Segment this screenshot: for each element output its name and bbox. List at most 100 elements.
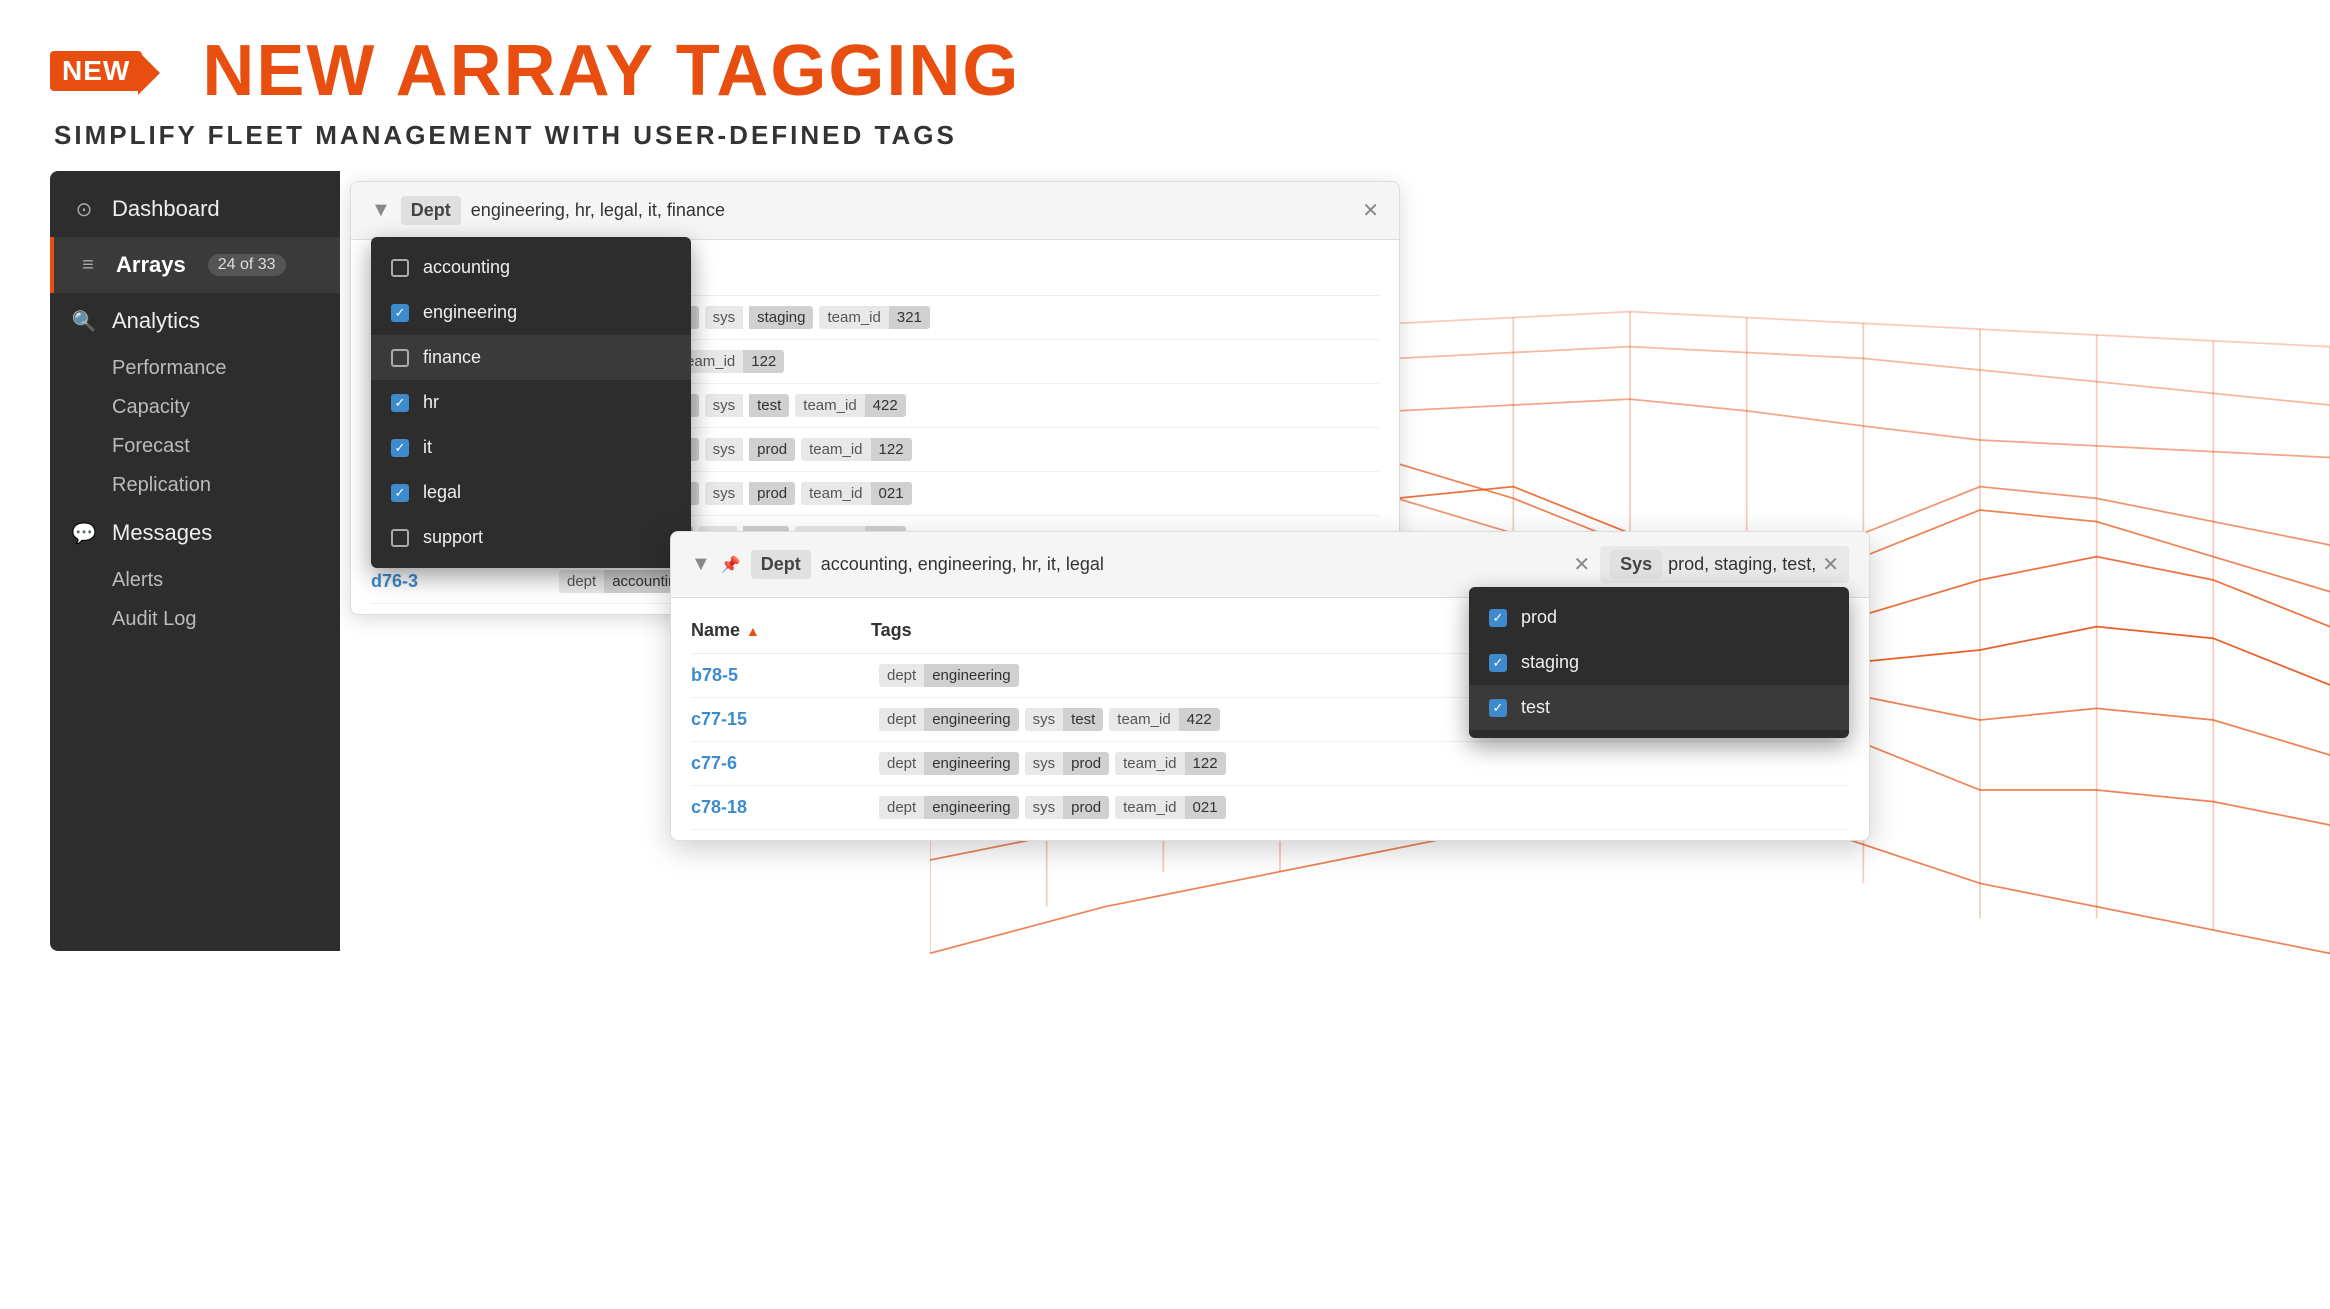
dropdown-label-accounting: accounting: [423, 257, 510, 278]
dashboard-icon: ⊙: [70, 195, 98, 223]
tag-teamid-c77-15: team_id422: [795, 394, 905, 417]
sys-filter-value: prod, staging, test,: [1668, 554, 1816, 575]
row-name-c78-18-p2[interactable]: c78-18: [691, 797, 871, 818]
dropdown-label-legal: legal: [423, 482, 461, 503]
dropdown-label-engineering: engineering: [423, 302, 517, 323]
tags-row-b78-5-p2: deptengineering: [879, 664, 1019, 687]
sidebar-sub-replication[interactable]: Replication: [112, 466, 340, 505]
dropdown-item-support[interactable]: support: [371, 515, 691, 560]
dept-filter-value-2: accounting, engineering, hr, it, legal: [821, 554, 1564, 575]
dept-filter-close-2[interactable]: ✕: [1573, 552, 1590, 577]
analytics-icon: 🔍: [70, 307, 98, 335]
dropdown-label-test: test: [1521, 697, 1550, 718]
dropdown-label-support: support: [423, 527, 483, 548]
row-name-b78-5-p2[interactable]: b78-5: [691, 665, 871, 686]
sys-filter-close[interactable]: ✕: [1822, 552, 1839, 577]
tag-sys-c78-18-p2: sysprod: [1025, 796, 1110, 819]
dropdown-item-hr[interactable]: ✓ hr: [371, 380, 691, 425]
sys-filter-container: Sys prod, staging, test, ✕: [1600, 546, 1849, 583]
page-subtitle: SIMPLIFY FLEET MANAGEMENT WITH USER-DEFI…: [54, 120, 2280, 151]
checkbox-accounting[interactable]: [391, 259, 409, 277]
tag-test-c77-15: test: [749, 394, 789, 417]
sidebar-item-analytics[interactable]: 🔍 Analytics: [50, 293, 340, 349]
panels-area: ▼ Dept engineering, hr, legal, it, finan…: [340, 171, 2330, 1309]
checkbox-test[interactable]: ✓: [1489, 699, 1507, 717]
pin-icon-2: 📌: [721, 555, 741, 575]
dept-filter-key-1: Dept: [401, 196, 461, 225]
dropdown-label-prod: prod: [1521, 607, 1557, 628]
tag-sys-c77-6: sys: [705, 438, 744, 461]
sidebar: ⊙ Dashboard ≡ Arrays 24 of 33 🔍 Analytic…: [50, 171, 340, 951]
tags-row-c77-6-p2: deptengineering sysprod team_id122: [879, 752, 1226, 775]
sidebar-item-dashboard[interactable]: ⊙ Dashboard: [50, 181, 340, 237]
page-title: NEW ARRAY TAGGING: [202, 30, 1020, 112]
tag-teamid-c78-18-p1: team_id021: [801, 482, 911, 505]
sidebar-item-messages[interactable]: 💬 Messages: [50, 505, 340, 561]
row-name-c77-6-p2[interactable]: c77-6: [691, 753, 871, 774]
filter-icon-2: ▼: [691, 553, 711, 576]
checkbox-it[interactable]: ✓: [391, 439, 409, 457]
checkbox-support[interactable]: [391, 529, 409, 547]
analytics-submenu: Performance Capacity Forecast Replicatio…: [50, 349, 340, 505]
sidebar-sub-audit-log[interactable]: Audit Log: [112, 600, 340, 639]
tag-sys-c78-18-p1: sys: [705, 482, 744, 505]
sidebar-item-arrays[interactable]: ≡ Arrays 24 of 33: [50, 237, 340, 293]
tags-row-c77-15-p2: deptengineering systest team_id422: [879, 708, 1220, 731]
tag-sys-c77-15-p2: systest: [1025, 708, 1104, 731]
tag-dept-c78-18-p2: deptengineering: [879, 796, 1019, 819]
checkbox-legal[interactable]: ✓: [391, 484, 409, 502]
sidebar-label-dashboard: Dashboard: [112, 196, 220, 222]
arrays-icon: ≡: [74, 251, 102, 279]
table-row: c77-6 deptengineering sysprod team_id122: [691, 742, 1849, 786]
tag-staging-b78-5: staging: [749, 306, 813, 329]
dropdown-item-finance[interactable]: finance: [371, 335, 691, 380]
panel1-filter-bar: ▼ Dept engineering, hr, legal, it, finan…: [351, 182, 1399, 240]
header-section: NEW NEW ARRAY TAGGING SIMPLIFY FLEET MAN…: [0, 0, 2330, 171]
dropdown-item-accounting[interactable]: accounting: [371, 245, 691, 290]
checkbox-prod[interactable]: ✓: [1489, 609, 1507, 627]
dropdown-item-test[interactable]: ✓ test: [1469, 685, 1849, 730]
col-tags-label-2: Tags: [871, 620, 912, 641]
checkbox-engineering[interactable]: ✓: [391, 304, 409, 322]
col-name-label-2: Name: [691, 620, 740, 641]
messages-icon: 💬: [70, 519, 98, 547]
checkbox-hr[interactable]: ✓: [391, 394, 409, 412]
tag-dept-c77-15-p2: deptengineering: [879, 708, 1019, 731]
tags-row-c78-18-p2: deptengineering sysprod team_id021: [879, 796, 1226, 819]
dropdown-item-legal[interactable]: ✓ legal: [371, 470, 691, 515]
tag-sys-c77-15: sys: [705, 394, 744, 417]
sidebar-sub-performance[interactable]: Performance: [112, 349, 340, 388]
sidebar-label-messages: Messages: [112, 520, 212, 546]
dropdown-item-engineering[interactable]: ✓ engineering: [371, 290, 691, 335]
dept-filter-key-2: Dept: [751, 550, 811, 579]
sidebar-sub-capacity[interactable]: Capacity: [112, 388, 340, 427]
sidebar-sub-alerts[interactable]: Alerts: [112, 561, 340, 600]
tag-teamid-c77-6-p2: team_id122: [1115, 752, 1225, 775]
panel1-dropdown: accounting ✓ engineering finance ✓ hr ✓ …: [371, 237, 691, 568]
dept-filter-value-1: engineering, hr, legal, it, finance: [471, 200, 1352, 221]
row-name-c77-15-p2[interactable]: c77-15: [691, 709, 871, 730]
content-area: ⊙ Dashboard ≡ Arrays 24 of 33 🔍 Analytic…: [0, 171, 2330, 1309]
sidebar-sub-forecast[interactable]: Forecast: [112, 427, 340, 466]
dropdown-item-it[interactable]: ✓ it: [371, 425, 691, 470]
sys-filter-key: Sys: [1610, 550, 1662, 579]
messages-submenu: Alerts Audit Log: [50, 561, 340, 639]
tag-teamid-c77-6: team_id122: [801, 438, 911, 461]
dropdown-label-it: it: [423, 437, 432, 458]
checkbox-staging[interactable]: ✓: [1489, 654, 1507, 672]
row-name-d76-3[interactable]: d76-3: [371, 571, 551, 592]
dropdown-label-staging: staging: [1521, 652, 1579, 673]
arrays-badge: 24 of 33: [208, 254, 286, 276]
tag-sys-b78-5: sys: [705, 306, 744, 329]
sidebar-label-analytics: Analytics: [112, 308, 200, 334]
dropdown-item-prod[interactable]: ✓ prod: [1469, 595, 1849, 640]
new-badge: NEW: [50, 51, 142, 91]
tag-teamid-b78-5: team_id321: [819, 306, 929, 329]
dropdown-label-hr: hr: [423, 392, 439, 413]
dept-filter-close-1[interactable]: ✕: [1362, 198, 1379, 223]
dropdown-item-staging[interactable]: ✓ staging: [1469, 640, 1849, 685]
sort-arrow-2[interactable]: ▲: [746, 623, 760, 639]
dropdown-label-finance: finance: [423, 347, 481, 368]
tag-teamid-c78-18-p2: team_id021: [1115, 796, 1225, 819]
checkbox-finance[interactable]: [391, 349, 409, 367]
